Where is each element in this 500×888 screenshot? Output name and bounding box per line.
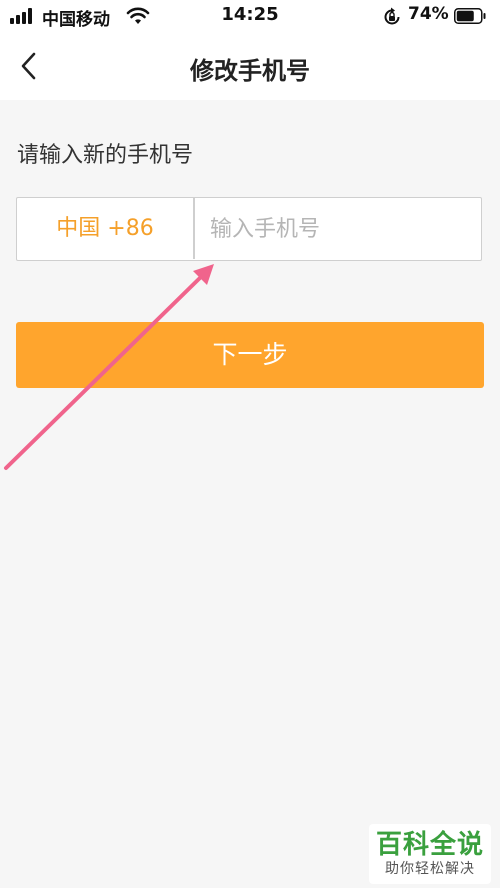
watermark-logo: 百科全说 助你轻松解决: [369, 824, 491, 884]
navigation-bar: 修改手机号: [0, 34, 500, 100]
battery-percent: 74%: [408, 4, 449, 24]
battery-icon: [454, 8, 486, 24]
phone-input-group: 中国 +86: [16, 197, 482, 261]
top-area: 中国移动 14:25 74% 修改手机号: [0, 0, 500, 100]
watermark-subtitle: 助你轻松解决: [385, 861, 475, 877]
next-step-button[interactable]: 下一步: [16, 322, 484, 388]
phone-number-input[interactable]: [210, 207, 470, 251]
rotation-lock-icon: [384, 7, 400, 25]
phone-prompt-label: 请输入新的手机号: [17, 143, 194, 168]
status-bar: 中国移动 14:25 74%: [0, 0, 500, 34]
annotation-arrow: [4, 264, 214, 470]
page-title: 修改手机号: [190, 57, 310, 85]
watermark-title: 百科全说: [375, 830, 484, 860]
input-divider: [193, 198, 195, 259]
country-code-selector[interactable]: 中国 +86: [17, 198, 193, 259]
